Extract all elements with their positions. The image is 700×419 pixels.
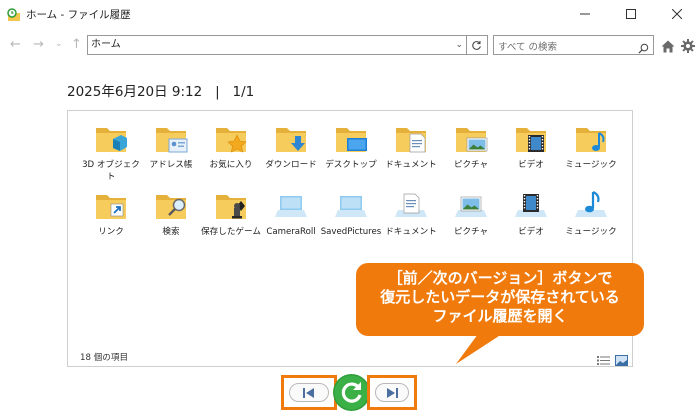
item-searches[interactable]: 検索 xyxy=(140,188,202,238)
saved-games-folder-icon xyxy=(216,195,246,219)
snapshot-date: 2025年6月20日 9:12 | 1/1 xyxy=(67,84,255,100)
item-label: お気に入り xyxy=(209,160,253,170)
maximize-icon xyxy=(626,9,636,19)
item-label: ピクチャ xyxy=(453,160,489,170)
documents-folder-icon xyxy=(396,128,426,153)
camera-roll-library-icon xyxy=(275,196,307,217)
details-view-icon[interactable] xyxy=(597,351,610,370)
item-label: CameraRoll xyxy=(266,227,316,237)
restore-button[interactable] xyxy=(332,373,371,412)
contacts-folder-icon xyxy=(156,128,188,153)
item-links[interactable]: リンク xyxy=(80,188,142,238)
item-label: ビデオ xyxy=(518,160,544,170)
navigation-bar: ← → ⌄ ↑ ホーム ⌄ すべて の検索 xyxy=(0,34,700,56)
minimize-button[interactable] xyxy=(562,0,608,28)
item-label: ミュージック xyxy=(565,160,617,170)
links-folder-icon xyxy=(96,195,126,219)
downloads-folder-icon xyxy=(276,128,306,152)
item-label: アドレス帳 xyxy=(149,160,193,170)
item-camera-roll[interactable]: CameraRoll xyxy=(260,188,322,238)
address-text: ホーム xyxy=(91,39,121,50)
search-placeholder: すべて の検索 xyxy=(498,42,557,53)
videos-folder-icon xyxy=(516,128,546,152)
close-icon xyxy=(672,9,682,19)
item-label: ドキュメント xyxy=(385,227,437,237)
gear-icon[interactable] xyxy=(681,38,695,57)
item-favorites[interactable]: お気に入り xyxy=(200,121,262,171)
address-dropdown-icon[interactable]: ⌄ xyxy=(455,36,463,54)
maximize-button[interactable] xyxy=(608,0,654,28)
recent-chevron-icon[interactable]: ⌄ xyxy=(55,39,63,49)
callout-line-3: ファイル履歴を開く xyxy=(432,307,568,325)
minimize-icon xyxy=(580,13,590,15)
item-music-library[interactable]: ミュージック xyxy=(560,188,622,238)
next-version-button[interactable] xyxy=(367,375,417,410)
file-history-window: ホーム - ファイル履歴 ← → ⌄ ↑ ホーム ⌄ すべて の検索 2025年… xyxy=(0,0,700,419)
item-saved-pictures[interactable]: SavedPictures xyxy=(320,188,382,238)
home-icon[interactable] xyxy=(661,38,675,57)
refresh-icon xyxy=(472,40,481,50)
item-label: ミュージック xyxy=(565,227,617,237)
item-contacts[interactable]: アドレス帳 xyxy=(140,121,202,171)
videos-library-icon xyxy=(515,194,547,217)
item-videos-library[interactable]: ビデオ xyxy=(500,188,562,238)
item-pictures-library[interactable]: ピクチャ xyxy=(440,188,502,238)
item-documents[interactable]: ドキュメント xyxy=(380,121,442,171)
back-arrow-icon[interactable]: ← xyxy=(10,37,21,52)
refresh-button[interactable] xyxy=(466,35,488,55)
item-3d-objects[interactable]: 3D オブジェクト xyxy=(80,121,142,183)
item-label: リンク xyxy=(98,227,124,237)
music-folder-icon xyxy=(576,128,606,152)
documents-library-icon xyxy=(395,193,427,217)
item-label: 3D オブジェクト xyxy=(82,160,140,182)
item-music[interactable]: ミュージック xyxy=(560,121,622,171)
3d-objects-folder-icon xyxy=(96,128,127,152)
search-icon[interactable] xyxy=(638,39,649,58)
item-documents-library[interactable]: ドキュメント xyxy=(380,188,442,238)
next-version-icon xyxy=(387,387,398,398)
address-bar[interactable]: ホーム ⌄ xyxy=(87,35,467,55)
item-label: ビデオ xyxy=(518,227,544,237)
close-button[interactable] xyxy=(654,0,700,28)
item-downloads[interactable]: ダウンロード xyxy=(260,121,322,171)
restore-icon xyxy=(333,374,370,411)
previous-version-icon xyxy=(303,387,314,398)
music-library-icon xyxy=(575,190,607,217)
desktop-folder-icon xyxy=(336,128,367,152)
item-label: 保存したゲーム xyxy=(201,227,261,237)
item-label: SavedPictures xyxy=(320,227,382,237)
item-pictures[interactable]: ピクチャ xyxy=(440,121,502,171)
item-desktop[interactable]: デスクトップ xyxy=(320,121,382,171)
search-box[interactable]: すべて の検索 xyxy=(493,35,654,55)
item-count: 18 個の項目 xyxy=(80,353,129,363)
favorites-folder-icon xyxy=(216,128,247,153)
forward-arrow-icon[interactable]: → xyxy=(33,37,44,52)
item-label: 検索 xyxy=(162,227,180,237)
pictures-library-icon xyxy=(455,196,487,217)
callout-line-1: ［前／次のバージョン］ボタンで xyxy=(387,269,613,287)
saved-pictures-library-icon xyxy=(335,196,367,217)
item-label: ドキュメント xyxy=(385,160,437,170)
up-arrow-icon[interactable]: ↑ xyxy=(71,37,82,52)
item-videos[interactable]: ビデオ xyxy=(500,121,562,171)
item-saved-games[interactable]: 保存したゲーム xyxy=(200,188,262,238)
file-history-app-icon xyxy=(7,7,21,21)
large-icons-view-icon[interactable] xyxy=(615,351,628,370)
item-label: ピクチャ xyxy=(453,227,489,237)
title-bar: ホーム - ファイル履歴 xyxy=(0,0,700,28)
searches-folder-icon xyxy=(156,195,186,219)
callout-pointer xyxy=(456,334,502,364)
item-label: デスクトップ xyxy=(325,160,377,170)
pictures-folder-icon xyxy=(456,128,488,152)
window-title: ホーム - ファイル履歴 xyxy=(26,9,131,21)
item-label: ダウンロード xyxy=(265,160,317,170)
instruction-callout: ［前／次のバージョン］ボタンで 復元したいデータが保存されている ファイル履歴を… xyxy=(356,263,644,336)
callout-line-2: 復元したいデータが保存されている xyxy=(380,288,620,306)
previous-version-button[interactable] xyxy=(281,375,337,410)
